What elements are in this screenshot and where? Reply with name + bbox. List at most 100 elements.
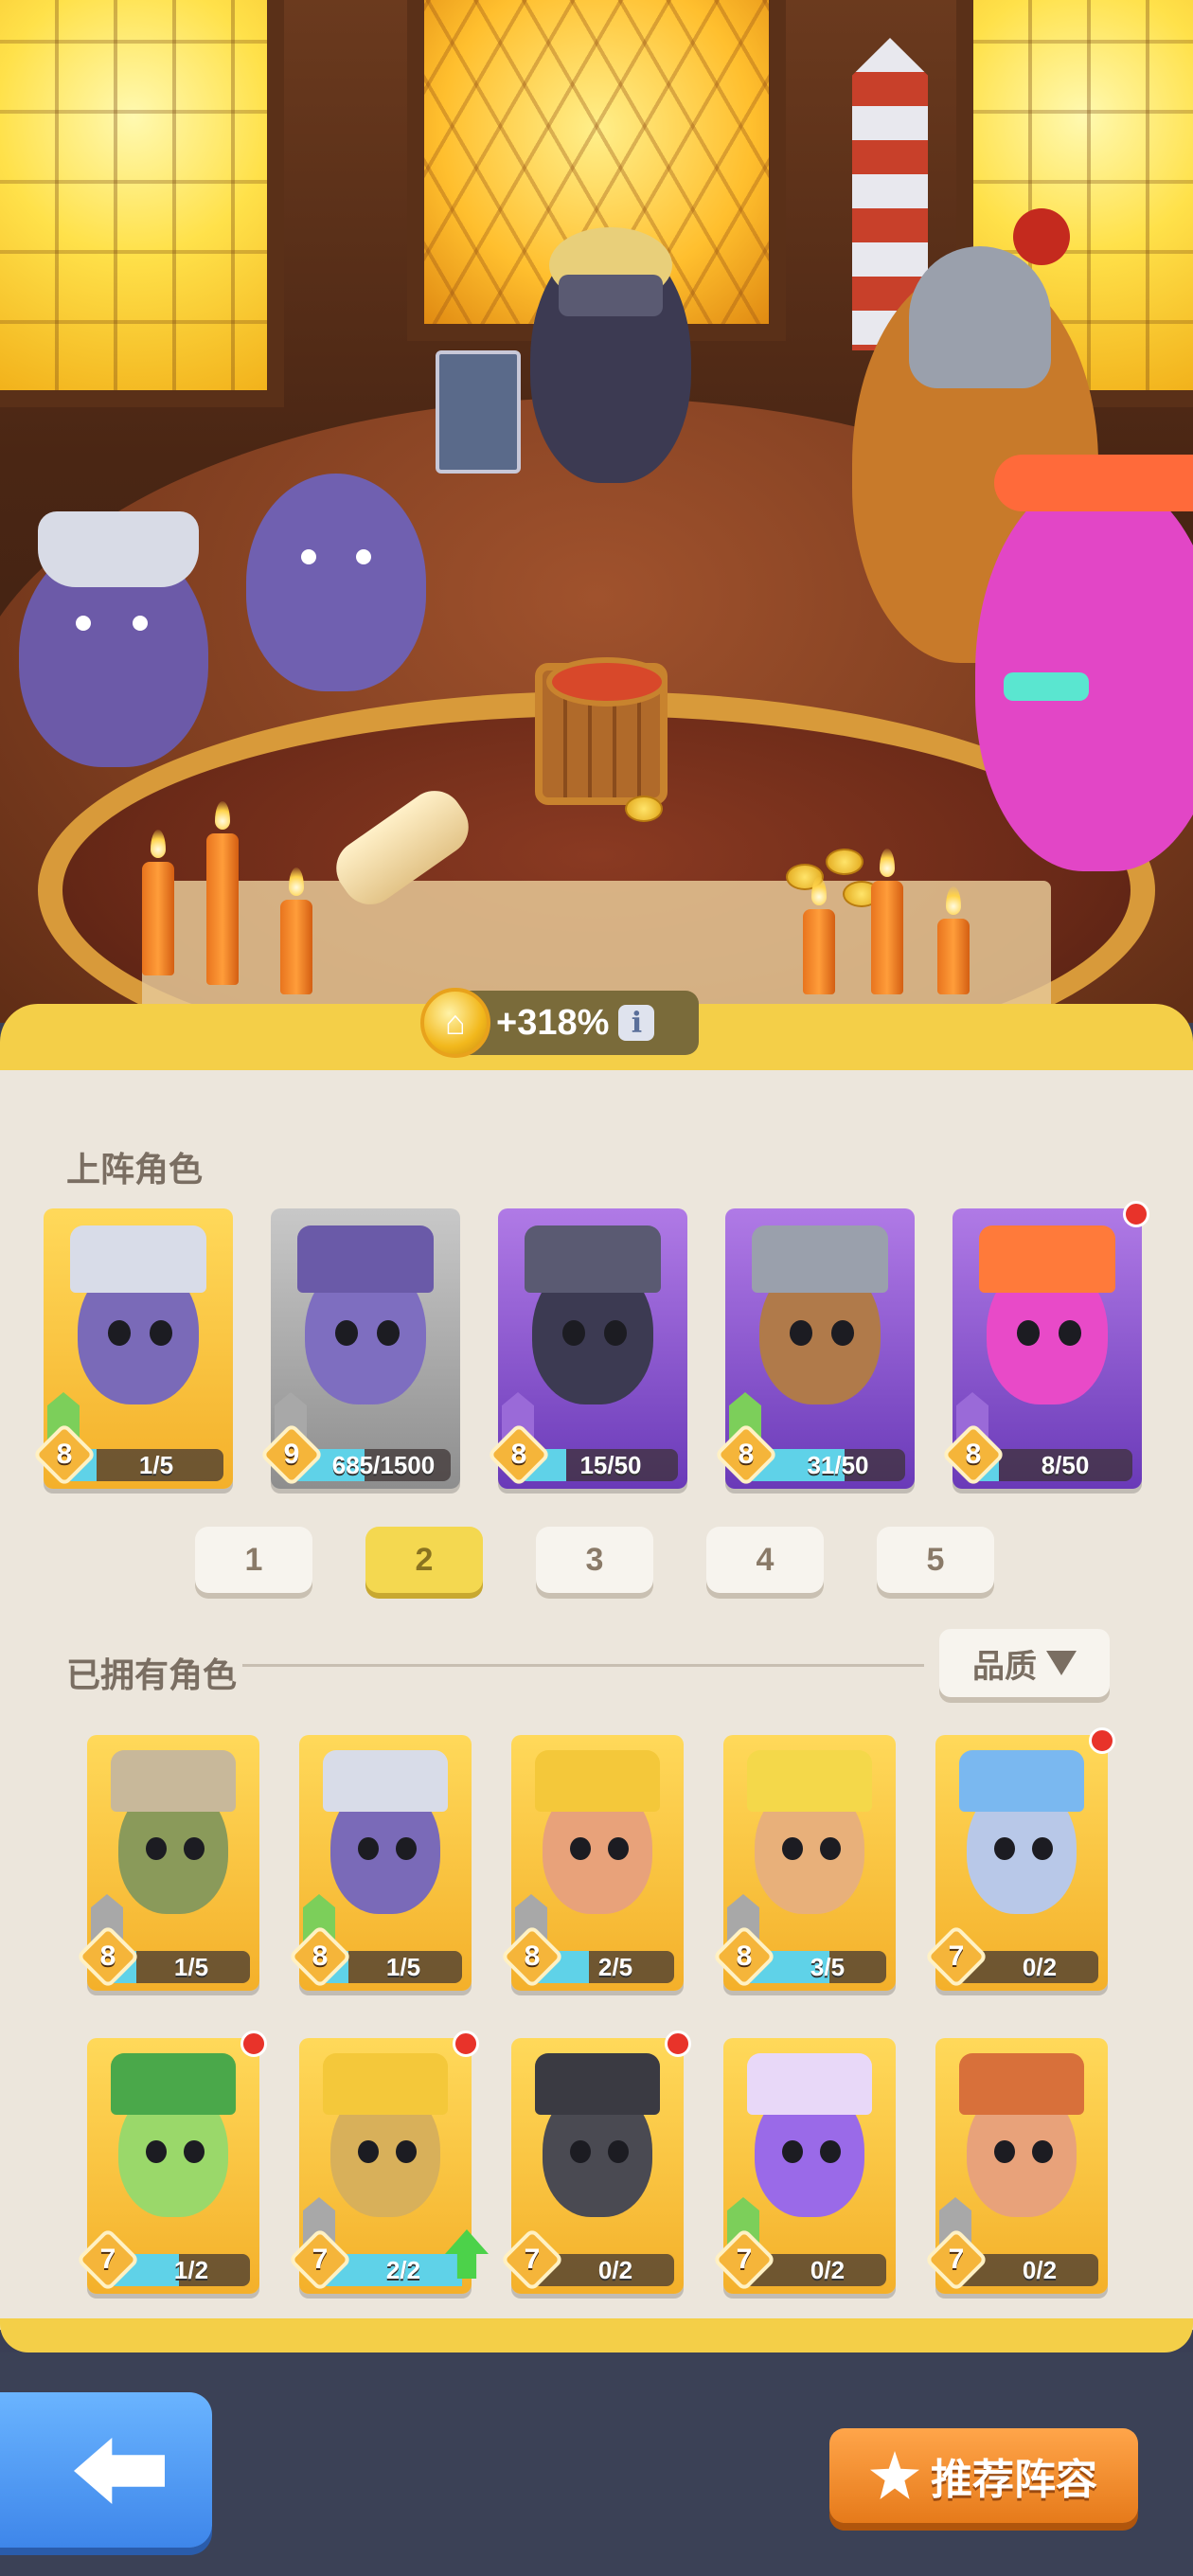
info-icon[interactable]: i bbox=[618, 1005, 655, 1041]
shard-progress-text: 8/50 bbox=[1041, 1450, 1090, 1479]
hero-figure-dark-elf[interactable] bbox=[246, 474, 426, 691]
notification-dot bbox=[1089, 1727, 1115, 1754]
hero-eye bbox=[1031, 1837, 1053, 1861]
tavern-scene bbox=[0, 0, 1193, 1023]
hero-headgear bbox=[959, 1750, 1084, 1812]
hero-eye bbox=[819, 2140, 841, 2164]
hero-level-value: 8 bbox=[736, 1941, 753, 1972]
hero-level-value: 8 bbox=[510, 1439, 527, 1470]
hero-eye bbox=[145, 2140, 167, 2164]
notification-dot bbox=[453, 2030, 479, 2057]
candle bbox=[142, 830, 174, 975]
hero-eye bbox=[395, 2140, 417, 2164]
hero-headgear bbox=[111, 1750, 236, 1812]
hero-headgear bbox=[979, 1225, 1115, 1293]
owned-heroes-title: 已拥有角色 bbox=[66, 1655, 238, 1694]
star-icon bbox=[870, 2451, 919, 2499]
shard-progress-text: 1/5 bbox=[138, 1450, 174, 1479]
shard-progress-text: 15/50 bbox=[579, 1450, 642, 1479]
back-arrow-icon bbox=[74, 2438, 165, 2504]
candle bbox=[937, 886, 970, 994]
hero-headgear bbox=[323, 1750, 448, 1812]
hero-headgear bbox=[297, 1225, 434, 1293]
lineup-page-tab-3[interactable]: 3 bbox=[536, 1527, 653, 1593]
notification-dot bbox=[1123, 1201, 1149, 1227]
boost-value: +318% bbox=[496, 1002, 610, 1043]
recommend-lineup-label: 推荐阵容 bbox=[931, 2457, 1097, 2503]
back-button[interactable] bbox=[0, 2392, 212, 2548]
spell-book bbox=[436, 350, 521, 474]
gold-coin bbox=[625, 796, 663, 822]
hero-headgear bbox=[747, 1750, 872, 1812]
hero-level-value: 7 bbox=[736, 2244, 753, 2275]
lineup-page-tab-1[interactable]: 1 bbox=[195, 1527, 312, 1593]
hero-eye bbox=[377, 1320, 400, 1347]
hero-level-value: 8 bbox=[312, 1941, 329, 1972]
hero-headgear bbox=[535, 2053, 660, 2115]
shard-progress-text: 1/5 bbox=[385, 1952, 421, 1981]
hero-eye bbox=[108, 1320, 131, 1347]
candle bbox=[803, 877, 835, 994]
notification-dot bbox=[665, 2030, 691, 2057]
shard-progress-text: 2/2 bbox=[385, 2255, 421, 2284]
hero-level-value: 7 bbox=[948, 2244, 965, 2275]
hero-figure-dark-elf-queen[interactable] bbox=[19, 511, 208, 767]
hero-eye bbox=[569, 1837, 591, 1861]
quality-sort-label: 品质 bbox=[972, 1648, 1037, 1685]
hero-level-value: 7 bbox=[524, 2244, 541, 2275]
recommend-lineup-button[interactable]: 推荐阵容 bbox=[829, 2428, 1138, 2523]
ale-mug bbox=[535, 657, 668, 805]
hero-level-value: 9 bbox=[283, 1439, 300, 1470]
hero-eye bbox=[150, 1320, 172, 1347]
roster-panel-trim bbox=[0, 2318, 1193, 2352]
lineup-page-tab-5[interactable]: 5 bbox=[877, 1527, 994, 1593]
hero-level-value: 8 bbox=[738, 1439, 755, 1470]
hero-eye bbox=[993, 2140, 1015, 2164]
hero-eye bbox=[357, 1837, 379, 1861]
hero-headgear bbox=[70, 1225, 206, 1293]
section-divider bbox=[242, 1664, 924, 1667]
hero-headgear bbox=[747, 2053, 872, 2115]
lineup-page-tab-2[interactable]: 2 bbox=[365, 1527, 483, 1593]
boost-pill: ⌂ +318% i bbox=[420, 988, 699, 1058]
shard-progress-text: 0/2 bbox=[810, 2255, 846, 2284]
hero-eye bbox=[335, 1320, 358, 1347]
dropdown-triangle-icon bbox=[1046, 1651, 1077, 1675]
hero-level-value: 7 bbox=[948, 1941, 965, 1972]
gold-coin bbox=[826, 849, 864, 875]
candle bbox=[871, 849, 903, 994]
hero-headgear bbox=[535, 1750, 660, 1812]
deployed-heroes-title: 上阵角色 bbox=[66, 1150, 204, 1189]
hero-level-value: 8 bbox=[965, 1439, 982, 1470]
hero-eye bbox=[831, 1320, 854, 1347]
hero-eye bbox=[604, 1320, 627, 1347]
notification-dot bbox=[240, 2030, 267, 2057]
hero-level-value: 7 bbox=[312, 2244, 329, 2275]
stained-glass-window-left bbox=[0, 0, 284, 407]
hero-eye bbox=[607, 1837, 629, 1861]
shard-progress-text: 0/2 bbox=[1022, 2255, 1058, 2284]
candle bbox=[206, 801, 239, 985]
shard-progress-text: 1/5 bbox=[173, 1952, 209, 1981]
hero-eye bbox=[790, 1320, 812, 1347]
hero-level-value: 8 bbox=[99, 1941, 116, 1972]
shard-progress-text: 3/5 bbox=[810, 1952, 846, 1981]
hero-eye bbox=[357, 2140, 379, 2164]
hero-level-value: 8 bbox=[524, 1941, 541, 1972]
quality-sort-button[interactable]: 品质 bbox=[939, 1629, 1110, 1697]
hero-level-value: 8 bbox=[56, 1439, 73, 1470]
hero-eye bbox=[183, 2140, 205, 2164]
shard-progress-text: 1/2 bbox=[173, 2255, 209, 2284]
candle bbox=[280, 868, 312, 994]
hero-eye bbox=[607, 2140, 629, 2164]
lineup-page-tab-4[interactable]: 4 bbox=[706, 1527, 824, 1593]
hero-eye bbox=[569, 2140, 591, 2164]
hero-figure-blonde-mage[interactable] bbox=[530, 227, 691, 483]
hero-headgear bbox=[111, 2053, 236, 2115]
shard-progress-text: 685/1500 bbox=[331, 1450, 436, 1479]
hero-eye bbox=[781, 1837, 803, 1861]
hero-headgear bbox=[959, 2053, 1084, 2115]
boost-medal-icon: ⌂ bbox=[420, 988, 490, 1058]
hero-eye bbox=[183, 1837, 205, 1861]
shard-progress-text: 31/50 bbox=[807, 1450, 869, 1479]
